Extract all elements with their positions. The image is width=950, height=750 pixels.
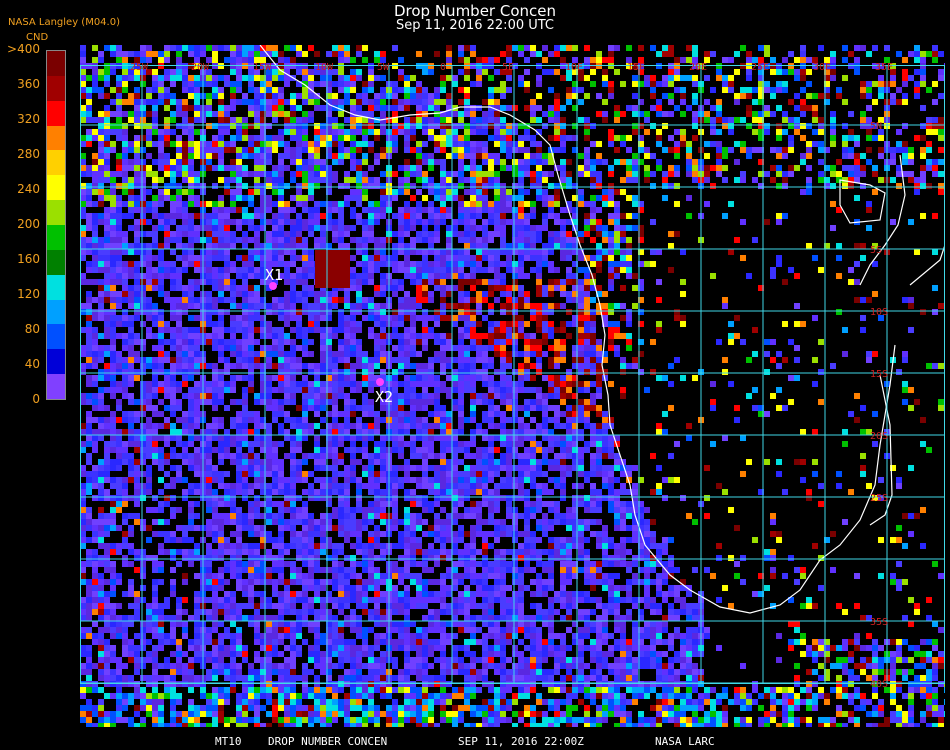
colorbar-segment xyxy=(47,51,65,76)
footer-date: SEP 11, 2016 22:00Z xyxy=(458,735,584,748)
lon-label: 25E xyxy=(751,62,769,73)
marker-label: X1 xyxy=(265,266,283,284)
marker-label: X2 xyxy=(375,388,393,406)
footer-product: DROP NUMBER CONCEN xyxy=(268,735,388,748)
lon-label: 15W xyxy=(253,62,272,73)
cloud-patch xyxy=(315,250,350,288)
map-canvas: 25W 20W 15W 10W 5W 0 5E 10E 15E 20E 25E 30E 35E 5N 5S 1… xyxy=(80,45,945,727)
lat-label: 20S xyxy=(870,431,888,442)
colorbar xyxy=(46,50,66,400)
lon-label: 30E xyxy=(813,62,831,73)
colorbar-segment xyxy=(47,324,65,350)
lon-label: 15E xyxy=(627,62,645,73)
colorbar-segment xyxy=(47,299,65,325)
lat-label: 5S xyxy=(870,245,882,256)
page-subtitle: Sep 11, 2016 22:00 UTC xyxy=(395,18,555,33)
credit-label: NASA Langley (M04.0) xyxy=(8,17,120,28)
lon-label: 25W xyxy=(130,62,149,73)
cloud-field xyxy=(80,45,945,727)
colorbar-segment xyxy=(47,274,65,300)
colorbar-segment xyxy=(47,125,65,151)
lon-label: 10E xyxy=(565,62,583,73)
colorbar-segment xyxy=(47,249,65,275)
colorbar-segment xyxy=(47,100,65,126)
lon-label: 0 xyxy=(440,62,446,73)
colorbar-segment xyxy=(47,374,65,400)
colorbar-tick-label: 320 xyxy=(17,112,40,126)
colorbar-tick-label: 160 xyxy=(17,252,40,266)
colorbar-tick-label: 120 xyxy=(17,287,40,301)
lon-label: 5E xyxy=(502,62,514,73)
colorbar-tick-label: 80 xyxy=(24,322,40,336)
colorbar-segment xyxy=(47,150,65,176)
lat-label: 40S xyxy=(870,679,888,690)
footer-source: MT10 xyxy=(215,735,242,748)
lon-label: 10W xyxy=(315,62,334,73)
colorbar-segment xyxy=(47,75,65,101)
colorbar-segment xyxy=(47,225,65,250)
lon-label: 5W xyxy=(377,62,390,73)
colorbar-tick-label: 360 xyxy=(17,77,40,91)
colorbar-tick-label: 40 xyxy=(24,357,40,371)
lat-label: 15S xyxy=(870,369,888,380)
colorbar-segment xyxy=(47,200,65,226)
footer-agency: NASA LARC xyxy=(655,735,715,748)
colorbar-tick-label: 240 xyxy=(17,182,40,196)
lat-label: 10S xyxy=(870,307,888,318)
colorbar-segment xyxy=(47,175,65,201)
colorbar-tick-label: >400 xyxy=(7,42,40,56)
colorbar-tick-label: 0 xyxy=(32,392,40,406)
lon-label: 20W xyxy=(191,62,210,73)
lat-label: 25S xyxy=(870,493,888,504)
lon-label: 35E xyxy=(875,62,893,73)
colorbar-segment xyxy=(47,349,65,375)
lat-label: 5N xyxy=(870,121,882,132)
marker-point xyxy=(376,378,384,386)
lon-label: 20E xyxy=(689,62,707,73)
lat-label: 35S xyxy=(870,617,888,628)
colorbar-tick-label: 280 xyxy=(17,147,40,161)
colorbar-tick-label: 200 xyxy=(17,217,40,231)
